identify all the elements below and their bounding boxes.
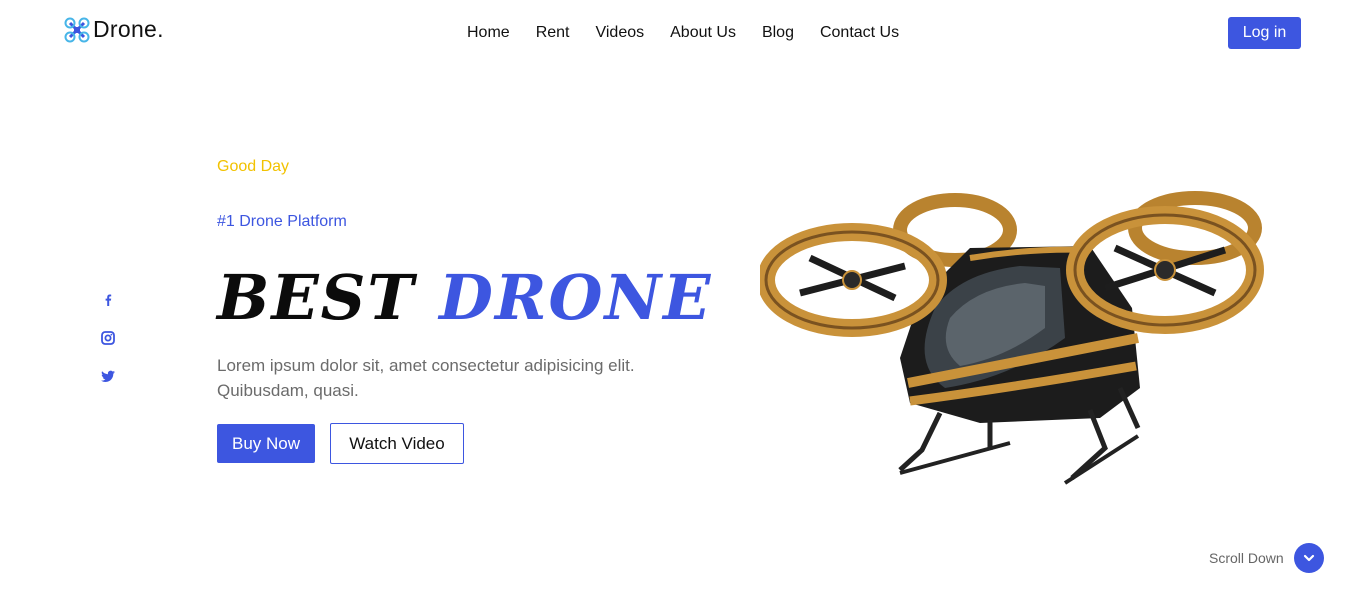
twitter-icon[interactable] [100,368,116,384]
brand-logo[interactable]: Drone. [64,16,164,43]
site-header: Drone. Home Rent Videos About Us Blog Co… [0,0,1366,66]
nav-rent[interactable]: Rent [536,24,570,42]
tagline-text: #1 Drone Platform [217,213,347,230]
brand-name: Drone. [93,16,164,42]
scroll-down-button[interactable] [1293,543,1324,573]
login-button[interactable]: Log in [1228,17,1301,49]
drone-logo-icon [64,17,90,42]
scroll-down-link[interactable]: Scroll Down [1209,543,1324,573]
scroll-down-label: Scroll Down [1209,550,1284,566]
buy-now-button[interactable]: Buy Now [217,424,315,463]
hero-title-best: Best [217,261,416,334]
drone-image [760,191,1264,485]
social-links [100,292,116,384]
hero-title: Best Drone [217,258,712,338]
nav-videos[interactable]: Videos [595,24,644,42]
main-nav: Home Rent Videos About Us Blog Contact U… [467,24,899,42]
greeting-text: Good Day [217,158,290,175]
watch-video-button[interactable]: Watch Video [330,423,464,464]
hero-title-drone: Drone [439,261,713,334]
nav-about-us[interactable]: About Us [670,24,736,42]
chevron-down-icon [1303,554,1314,562]
instagram-icon[interactable] [100,330,116,346]
facebook-icon[interactable] [100,292,116,308]
nav-contact-us[interactable]: Contact Us [820,24,899,42]
nav-home[interactable]: Home [467,24,510,42]
hero-description: Lorem ipsum dolor sit, amet consectetur … [217,356,635,400]
nav-blog[interactable]: Blog [762,24,794,42]
